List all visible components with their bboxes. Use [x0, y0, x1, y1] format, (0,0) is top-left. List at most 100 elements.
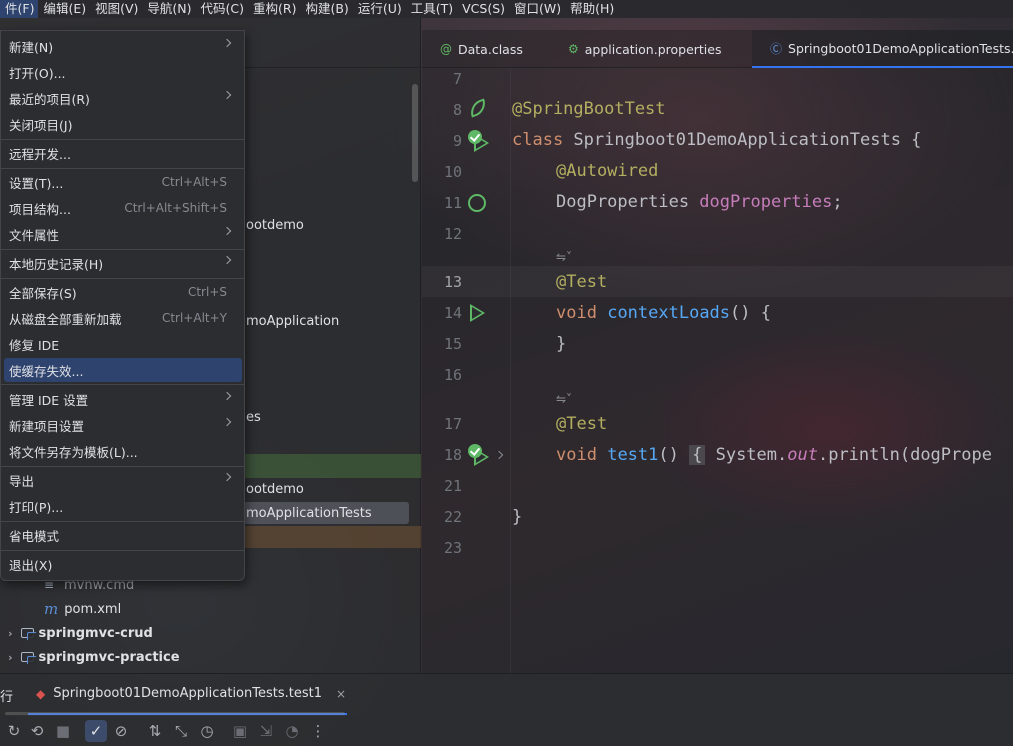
- menu-item-export[interactable]: 导出: [1, 468, 244, 492]
- menu-item-new-project-settings[interactable]: 新建项目设置: [1, 413, 244, 437]
- sort-icon[interactable]: ⇅: [144, 720, 166, 742]
- code-line-8: @SpringBootTest: [512, 99, 666, 119]
- run-test-icon[interactable]: [470, 304, 485, 322]
- menu-item-invalidate-caches[interactable]: 使缓存失效...: [4, 358, 242, 382]
- rerun-failed-icon[interactable]: ⟲: [26, 720, 48, 742]
- menu-item-label: 修复 IDE: [9, 337, 60, 353]
- menu-item-label: 省电模式: [9, 528, 60, 544]
- menu-item-settings[interactable]: 设置(T)... Ctrl+Alt+S: [1, 170, 244, 194]
- tree-item-resources[interactable]: es: [246, 405, 261, 429]
- menu-vcs[interactable]: VCS(S): [457, 0, 509, 18]
- project-scrollbar[interactable]: [412, 84, 418, 182]
- main-menubar: 件(F) 编辑(E) 视图(V) 导航(N) 代码(C) 重构(R) 构建(B)…: [0, 0, 1013, 18]
- menu-build[interactable]: 构建(B): [300, 0, 352, 18]
- menu-item-recent-projects[interactable]: 最近的项目(R): [1, 86, 244, 110]
- menu-item-new[interactable]: 新建(N): [1, 34, 244, 58]
- menu-refactor[interactable]: 重构(R): [248, 0, 300, 18]
- menu-item-repair-ide[interactable]: 修复 IDE: [1, 332, 244, 356]
- menu-item-local-history[interactable]: 本地历史记录(H): [1, 251, 244, 275]
- autowired-navigate-icon[interactable]: [468, 194, 486, 212]
- field-name: dogProperties: [699, 192, 833, 212]
- tree-item-label: springmvc-crud: [38, 625, 153, 641]
- static-field-out: out: [787, 445, 818, 465]
- method-name: contextLoads: [607, 303, 731, 323]
- show-passed-icon[interactable]: ✓: [85, 720, 107, 742]
- more-options-icon[interactable]: ⋮: [307, 720, 329, 742]
- run-tests-icon[interactable]: [468, 130, 489, 152]
- menu-item-save-all[interactable]: 全部保存(S) Ctrl+S: [1, 280, 244, 304]
- menu-item-print[interactable]: 打印(P)...: [1, 494, 244, 518]
- menu-run[interactable]: 运行(U): [353, 0, 406, 18]
- code-line-11: DogProperties dogProperties;: [556, 192, 843, 212]
- tab-application-properties[interactable]: ⚙ application.properties: [550, 30, 752, 68]
- menu-item-close-project[interactable]: 关闭项目(J): [1, 112, 244, 136]
- menu-item-manage-ide-settings[interactable]: 管理 IDE 设置: [1, 387, 244, 411]
- run-tab-test1[interactable]: ◆ Springboot01DemoApplicationTests.test1…: [36, 686, 346, 701]
- tree-item-label: moApplication: [246, 313, 340, 329]
- show-ignored-icon[interactable]: ⊘: [110, 720, 132, 742]
- spring-bean-icon[interactable]: [467, 98, 489, 118]
- line-number: 17: [443, 415, 462, 433]
- menu-item-file-properties[interactable]: 文件属性: [1, 222, 244, 246]
- method-params: () {: [730, 303, 771, 323]
- collapse-icon[interactable]: ⤡: [170, 720, 192, 742]
- menu-code[interactable]: 代码(C): [196, 0, 248, 18]
- tree-item-pom[interactable]: m pom.xml: [44, 597, 121, 621]
- shortcut-label: Ctrl+Alt+S: [161, 175, 227, 189]
- menu-help[interactable]: 帮助(H): [565, 0, 618, 18]
- menu-tools[interactable]: 工具(T): [406, 0, 457, 18]
- submenu-arrow-icon: [222, 391, 232, 401]
- field-type: DogProperties: [556, 192, 700, 212]
- menu-edit[interactable]: 编辑(E): [38, 0, 90, 18]
- tree-item-application-tests[interactable]: moApplicationTests: [246, 501, 372, 525]
- line-number: 18: [443, 446, 462, 464]
- tree-item-package[interactable]: ootdemo: [246, 213, 304, 237]
- method-params: (): [658, 445, 690, 465]
- submenu-arrow-icon: [222, 255, 232, 265]
- stop-icon[interactable]: ■: [52, 720, 74, 742]
- menu-item-reload-all[interactable]: 从磁盘全部重新加载 Ctrl+Alt+Y: [1, 306, 244, 330]
- tree-item-test-package[interactable]: ootdemo: [246, 477, 304, 501]
- menu-item-open[interactable]: 打开(O)...: [1, 60, 244, 84]
- import-icon[interactable]: ⇲: [255, 720, 277, 742]
- coverage-icon[interactable]: ◔: [281, 720, 303, 742]
- folded-brace[interactable]: {: [689, 445, 706, 465]
- menu-item-remote-development[interactable]: 远程开发...: [1, 141, 244, 165]
- inlay-hint-usages[interactable]: ⇋˅: [556, 392, 572, 406]
- inlay-hint-usages[interactable]: ⇋˅: [556, 250, 572, 264]
- menu-item-save-as-template[interactable]: 将文件另存为模板(L)...: [1, 439, 244, 463]
- line-number: 8: [452, 101, 462, 119]
- menu-window[interactable]: 窗口(W): [509, 0, 565, 18]
- fold-chevron-icon[interactable]: [494, 450, 504, 460]
- tree-item-application[interactable]: moApplication: [246, 309, 339, 333]
- tree-item-label: ootdemo: [246, 217, 304, 233]
- camera-icon[interactable]: ▣: [229, 720, 251, 742]
- tree-item-springmvc-practice[interactable]: › springmvc-practice: [8, 645, 180, 669]
- tree-item-springmvc-crud[interactable]: › springmvc-crud: [8, 621, 153, 645]
- code-line-15: }: [556, 334, 567, 354]
- tab-data-class[interactable]: @ Data.class: [422, 30, 550, 68]
- code-line-9: class Springboot01DemoApplicationTests {: [512, 130, 921, 150]
- menu-file[interactable]: 件(F): [0, 0, 39, 18]
- menu-item-exit[interactable]: 退出(X): [1, 552, 244, 576]
- code-editor[interactable]: 7 8 9 10 11 12 13 14 15 16 17 18 21 22 2…: [422, 68, 1013, 673]
- tab-springboot-tests[interactable]: Ⓒ Springboot01DemoApplicationTests.: [752, 30, 1013, 68]
- chevron-right-icon[interactable]: ›: [8, 651, 13, 664]
- menu-view[interactable]: 视图(V): [90, 0, 142, 18]
- menu-navigate[interactable]: 导航(N): [142, 0, 195, 18]
- code-line-18: void test1() { System.out.println(dogPro…: [556, 445, 992, 465]
- rerun-icon[interactable]: ↻: [3, 720, 25, 742]
- menu-item-power-save-mode[interactable]: 省电模式: [1, 523, 244, 547]
- line-number: 7: [452, 70, 462, 88]
- close-icon[interactable]: ×: [336, 687, 346, 701]
- chevron-right-icon[interactable]: ›: [8, 627, 13, 640]
- history-icon[interactable]: ◷: [196, 720, 218, 742]
- menu-separator: [1, 249, 244, 250]
- menu-item-label: 本地历史记录(H): [9, 256, 104, 272]
- menu-item-project-structure[interactable]: 项目结构... Ctrl+Alt+Shift+S: [1, 196, 244, 220]
- menu-item-label: 最近的项目(R): [9, 91, 90, 107]
- menu-separator: [1, 384, 244, 385]
- menu-item-label: 设置(T)...: [9, 175, 64, 191]
- system-ref: System.: [705, 445, 788, 465]
- run-test-passed-icon[interactable]: [468, 444, 489, 466]
